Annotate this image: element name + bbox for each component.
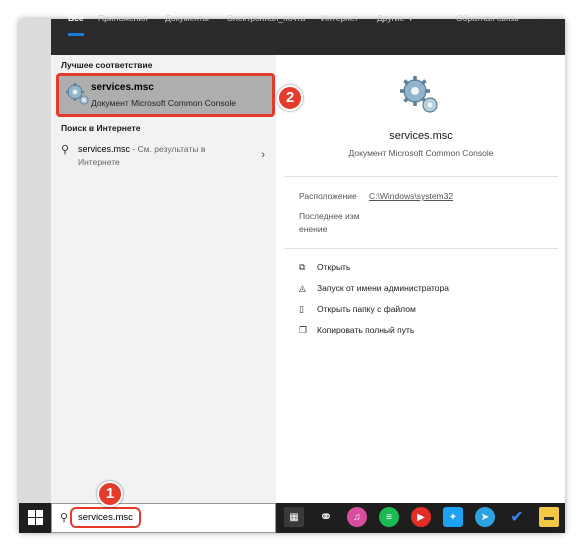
web-result-hint-line2: Интернете	[78, 157, 120, 167]
file-explorer-icon[interactable]: ▬	[539, 507, 559, 527]
feedback-link[interactable]: Обратная связь	[456, 0, 519, 36]
open-folder-icon: ▯	[299, 304, 304, 314]
tab-more-label: Другие	[377, 13, 405, 23]
search-input[interactable]: services.msc	[70, 507, 141, 528]
tab-documents[interactable]: Документы	[165, 0, 209, 36]
callout-badge-2: 2	[277, 85, 303, 111]
search-icon: ⚲	[61, 144, 70, 156]
todo-check-icon[interactable]: ✔	[507, 507, 527, 527]
action-copy-path-label: Копировать полный путь	[317, 325, 415, 335]
music-app-icon[interactable]: ♫	[347, 507, 367, 527]
action-copy-path[interactable]: ❐ Копировать полный путь	[299, 325, 414, 339]
windows-start-icon[interactable]	[28, 510, 44, 526]
best-match-heading: Лучшее соответствие	[61, 60, 153, 70]
tab-internet[interactable]: Интернет	[321, 0, 358, 36]
search-icon: ⚲	[60, 512, 69, 524]
web-search-heading: Поиск в Интернете	[61, 123, 141, 133]
divider	[284, 176, 558, 177]
twitter-icon[interactable]: ✦	[443, 507, 463, 527]
modified-label: Последнее изм	[299, 211, 360, 221]
modified-label-cont: енение	[299, 224, 328, 234]
tab-more[interactable]: Другие ▼	[377, 0, 414, 36]
open-icon: ⧉	[299, 262, 306, 272]
action-open-folder[interactable]: ▯ Открыть папку с файлом	[299, 304, 416, 318]
copy-path-icon: ❐	[299, 325, 308, 335]
best-match-result[interactable]: services.msc Документ Microsoft Common C…	[56, 73, 275, 117]
action-open[interactable]: ⧉ Открыть	[299, 262, 350, 276]
location-link[interactable]: C:\Windows\system32	[369, 191, 453, 201]
action-run-as-admin-label: Запуск от имени администратора	[317, 283, 449, 293]
web-result-query: services.msc	[78, 144, 131, 154]
web-search-result[interactable]: ⚲ services.msc - См. результаты в Интерн…	[56, 138, 275, 174]
tab-all[interactable]: Все	[68, 0, 84, 36]
youtube-icon[interactable]: ▶	[411, 507, 431, 527]
tab-email[interactable]: Электронная_почта	[227, 0, 305, 36]
web-result-hint: - См. результаты в	[130, 144, 206, 154]
action-open-label: Открыть	[317, 262, 351, 272]
best-match-subtitle: Документ Microsoft Common Console	[91, 98, 236, 108]
location-label: Расположение	[299, 191, 357, 201]
calculator-icon[interactable]: ▦	[284, 507, 304, 527]
chevron-down-icon: ▼	[407, 16, 415, 23]
action-open-folder-label: Открыть папку с файлом	[317, 304, 416, 314]
browser-icon[interactable]: ⚭	[316, 507, 336, 527]
tab-apps[interactable]: Приложения	[98, 0, 148, 36]
action-run-as-admin[interactable]: ◬ Запуск от имени администратора	[299, 283, 449, 297]
chevron-right-icon[interactable]: ›	[261, 149, 265, 161]
spotify-icon[interactable]: ≡	[379, 507, 399, 527]
best-match-title: services.msc	[91, 82, 154, 93]
detail-title: services.msc	[389, 130, 453, 142]
telegram-icon[interactable]: ➤	[475, 507, 495, 527]
services-gear-icon	[66, 83, 89, 105]
run-as-admin-icon: ◬	[299, 283, 306, 293]
services-large-icon	[400, 76, 438, 113]
divider	[284, 248, 558, 249]
detail-subtitle: Документ Microsoft Common Console	[348, 148, 494, 158]
desktop-edge	[19, 19, 51, 503]
more-options-button[interactable]: ···	[535, 0, 545, 36]
callout-badge-1: 1	[97, 481, 123, 507]
